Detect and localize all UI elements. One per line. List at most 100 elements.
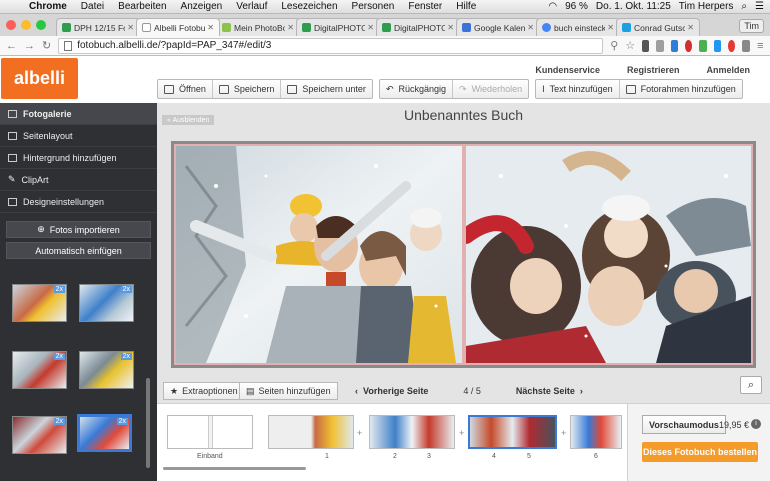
close-tab-icon[interactable]: ✕ <box>527 23 534 32</box>
zoom-search-icon[interactable]: ⌕ <box>740 376 762 394</box>
close-tab-icon[interactable]: ✕ <box>367 23 374 32</box>
extension-icon[interactable] <box>742 39 750 52</box>
nav-clipart[interactable]: ✎ ClipArt <box>0 169 157 191</box>
prev-chevron-icon[interactable]: ‹ <box>355 386 358 396</box>
menu-hilfe[interactable]: Hilfe <box>449 1 483 12</box>
extension-icon[interactable] <box>699 39 707 52</box>
extension-icon[interactable] <box>670 39 679 52</box>
filmstrip-page-6[interactable] <box>570 415 622 449</box>
add-text-button[interactable]: I Text hinzufügen <box>536 80 620 98</box>
save-button[interactable]: Speichern <box>213 80 282 98</box>
filmstrip-pages-2-3[interactable] <box>369 415 455 449</box>
close-tab-icon[interactable]: ✕ <box>687 23 694 32</box>
prev-page-link[interactable]: Vorherige Seite <box>363 386 428 396</box>
filmstrip-label: 4 <box>492 453 496 460</box>
notification-icon[interactable]: ☰ <box>755 1 764 12</box>
preview-mode-button[interactable]: Vorschaumodus <box>642 415 726 434</box>
wifi-icon[interactable]: ◠ <box>548 1 557 12</box>
gallery-photo-selected[interactable]: 2x <box>77 414 132 452</box>
nav-seitenlayout[interactable]: Seitenlayout <box>0 125 157 147</box>
browser-tab[interactable]: Mein PhotoBox✕ <box>216 18 300 36</box>
gallery-photo[interactable]: 2x <box>12 284 67 322</box>
menu-verlauf[interactable]: Verlauf <box>229 1 274 12</box>
add-page-plus-icon[interactable]: + <box>357 428 362 438</box>
open-button[interactable]: Öffnen <box>158 80 213 98</box>
browser-tab[interactable]: Conrad Gutsche✕ <box>616 18 700 36</box>
datetime-text[interactable]: Do. 1. Okt. 11:25 <box>596 1 671 12</box>
close-tab-icon[interactable]: ✕ <box>207 23 214 32</box>
pinterest-icon[interactable] <box>728 39 736 52</box>
extra-options-button[interactable]: ★ Extraoptionen <box>163 382 245 400</box>
filmstrip-cover[interactable] <box>167 415 253 449</box>
browser-tab-active[interactable]: Albelli Fotobuch✕ <box>136 18 220 36</box>
forward-icon[interactable]: → <box>24 40 35 52</box>
menu-anzeigen[interactable]: Anzeigen <box>174 1 230 12</box>
editor-toolbar: Öffnen Speichern Speichern unter ↶ Rückgä… <box>157 79 743 99</box>
albelli-logo[interactable]: albelli <box>1 58 78 99</box>
menu-icon[interactable]: ≡ <box>757 40 764 52</box>
right-page-photo[interactable] <box>464 144 753 365</box>
menu-fenster[interactable]: Fenster <box>401 1 449 12</box>
filmstrip-page-1[interactable] <box>268 415 354 449</box>
browser-tab[interactable]: DPH 12/15 Foto✕ <box>56 18 140 36</box>
reload-icon[interactable]: ↻ <box>42 39 51 52</box>
zoom-window-icon[interactable] <box>36 20 46 30</box>
gallery-photo[interactable]: 2x <box>79 351 134 389</box>
profile-button[interactable]: Tim <box>739 19 764 33</box>
gallery-scrollbar[interactable] <box>146 378 150 468</box>
close-tab-icon[interactable]: ✕ <box>287 23 294 32</box>
close-tab-icon[interactable]: ✕ <box>607 23 614 32</box>
add-page-plus-icon[interactable]: + <box>561 428 566 438</box>
gallery-photo[interactable]: 2x <box>12 351 67 389</box>
location-icon[interactable]: ⚲ <box>610 39 618 52</box>
minimize-window-icon[interactable] <box>21 20 31 30</box>
gallery-photo[interactable]: 2x <box>79 284 134 322</box>
close-tab-icon[interactable]: ✕ <box>447 23 454 32</box>
redo-button[interactable]: ↷ Wiederholen <box>453 80 528 98</box>
gallery-photo[interactable]: 2x <box>12 416 67 454</box>
filmstrip-pages-4-5-selected[interactable] <box>468 415 557 449</box>
save-as-button[interactable]: Speichern unter <box>281 80 372 98</box>
link-registrieren[interactable]: Registrieren <box>627 65 680 75</box>
add-page-plus-icon[interactable]: + <box>459 428 464 438</box>
add-pages-button[interactable]: ▤ Seiten hinzufügen <box>239 382 338 400</box>
nav-fotogalerie[interactable]: Fotogalerie <box>0 103 157 125</box>
close-tab-icon[interactable]: ✕ <box>127 23 134 32</box>
bookmark-star-icon[interactable]: ☆ <box>625 39 635 52</box>
browser-tab[interactable]: buch einsteckhü✕ <box>536 18 620 36</box>
left-page-photo[interactable] <box>174 144 464 365</box>
menu-datei[interactable]: Datei <box>74 1 111 12</box>
undo-button[interactable]: ↶ Rückgängig <box>380 80 454 98</box>
menu-personen[interactable]: Personen <box>345 1 402 12</box>
battery-text[interactable]: 96 % <box>565 1 588 12</box>
browser-tab[interactable]: DigitalPHOTO Fl✕ <box>296 18 380 36</box>
add-frame-button[interactable]: Fotorahmen hinzufügen <box>620 80 742 98</box>
nav-hintergrund[interactable]: Hintergrund hinzufügen <box>0 147 157 169</box>
spotlight-icon[interactable]: ⌕ <box>741 1 747 12</box>
order-book-button[interactable]: Dieses Fotobuch bestellen <box>642 442 758 462</box>
next-page-link[interactable]: Nächste Seite <box>516 386 575 396</box>
extension-icon[interactable] <box>713 39 722 52</box>
info-icon[interactable]: i <box>751 419 761 429</box>
link-kundenservice[interactable]: Kundenservice <box>535 65 600 75</box>
menu-lesezeichen[interactable]: Lesezeichen <box>274 1 344 12</box>
adblock-icon[interactable] <box>685 39 693 52</box>
close-window-icon[interactable] <box>6 20 16 30</box>
filmstrip-scrollbar[interactable] <box>163 467 306 470</box>
url-bar[interactable]: fotobuch.albelli.de/?papId=PAP_347#/edit… <box>58 37 604 54</box>
browser-tab[interactable]: Google Kalende✕ <box>456 18 540 36</box>
next-chevron-icon[interactable]: › <box>580 386 583 396</box>
link-anmelden[interactable]: Anmelden <box>706 65 750 75</box>
menu-chrome[interactable]: Chrome <box>22 1 74 12</box>
extension-icon[interactable] <box>656 39 664 52</box>
auto-insert-button[interactable]: Automatisch einfügen <box>6 242 151 259</box>
extension-icon[interactable] <box>642 39 650 52</box>
back-icon[interactable]: ← <box>6 40 17 52</box>
import-photos-button[interactable]: ⊕ Fotos importieren <box>6 221 151 238</box>
menu-bearbeiten[interactable]: Bearbeiten <box>111 1 173 12</box>
nav-designeinstellungen[interactable]: Designeinstellungen <box>0 191 157 213</box>
filmstrip-label: 6 <box>594 453 598 460</box>
user-name[interactable]: Tim Herpers <box>679 1 734 12</box>
book-title[interactable]: Unbenanntes Buch <box>157 107 770 123</box>
browser-tab[interactable]: DigitalPHOTO Fl✕ <box>376 18 460 36</box>
